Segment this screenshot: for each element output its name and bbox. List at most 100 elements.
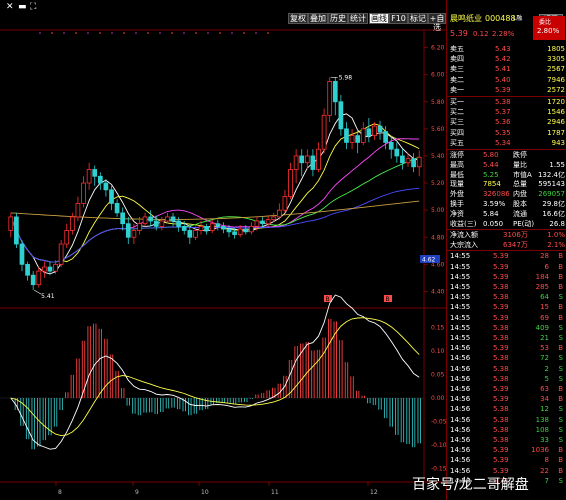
candle-body (125, 223, 131, 238)
tick-row: 14:56 5.38 33 S (447, 435, 566, 445)
buy-row[interactable]: 买五 5.34 943 (447, 138, 566, 149)
candle-body (377, 125, 383, 132)
tick-volume: 409 (535, 323, 549, 332)
buy-row[interactable]: 买二 5.37 1546 (447, 107, 566, 118)
tick-volume: 28 (540, 252, 549, 261)
ma20-line (10, 138, 420, 263)
tick-price: 5.38 (493, 293, 509, 302)
candle-body (338, 101, 344, 130)
candle-body (299, 155, 305, 164)
tick-time: 14:56 (450, 446, 471, 455)
candle-body (249, 226, 254, 233)
price-tick-label: 5.60 (431, 126, 445, 133)
price-tick-label: 6.00 (431, 72, 445, 79)
tick-volume: 108 (535, 425, 549, 434)
tick-time: 14:56 (450, 436, 471, 444)
tick-price: 5.38 (493, 364, 509, 373)
tick-volume: 64 (540, 293, 549, 302)
sell-price: 5.39 (495, 85, 511, 94)
candle-body (321, 114, 327, 150)
candle-body (69, 216, 75, 231)
stock-name: 晨鸣纸业 (450, 14, 482, 23)
buy-volume: 943 (551, 138, 565, 147)
tick-direction: S (558, 334, 563, 342)
sell-row[interactable]: 卖四 5.42 3305 (447, 54, 566, 65)
sell-volume: 1805 (547, 45, 565, 53)
candle-body (344, 128, 349, 143)
buy-row[interactable]: 买四 5.35 1787 (447, 128, 566, 139)
tick-time: 14:55 (450, 334, 471, 342)
tick-dot (147, 32, 149, 34)
flow-value: 6347万 (503, 241, 528, 250)
tick-time: 14:55 (450, 262, 471, 271)
tick-time: 14:56 (450, 415, 471, 424)
tick-price: 5.38 (493, 283, 509, 291)
tick-time: 14:55 (450, 252, 471, 261)
macd-tick-label: -0.05 (431, 419, 446, 426)
tick-price: 5.38 (493, 415, 509, 424)
tick-dot (219, 32, 221, 34)
candle-body (159, 220, 165, 227)
tick-dot (255, 32, 257, 34)
tick-row: 14:56 5.39 53 B (447, 343, 566, 353)
candle-body (282, 196, 288, 211)
tick-volume: 21 (540, 334, 549, 342)
buy-price: 5.36 (495, 118, 511, 127)
candle-body (310, 155, 316, 170)
candle-body (42, 266, 47, 272)
kline-chart[interactable]: 6.206.005.805.605.405.205.004.804.604.40… (0, 0, 447, 500)
sell-row[interactable]: 卖一 5.39 2572 (447, 85, 566, 96)
sell-label: 卖五 (450, 45, 464, 53)
candle-body (120, 212, 126, 225)
buy-row[interactable]: 买一 5.38 1720 (447, 97, 566, 108)
price-tick-label: 5.20 (431, 180, 445, 187)
candle-body (187, 230, 193, 238)
tick-price: 5.38 (493, 436, 509, 444)
tick-volume: 184 (535, 272, 549, 281)
price-change: 0.12 (473, 30, 489, 38)
tick-row: 14:55 5.39 69 B (447, 313, 566, 323)
candle-body (221, 226, 226, 230)
tick-volume: 69 (540, 313, 549, 322)
sell-row[interactable]: 卖二 5.40 7946 (447, 75, 566, 86)
candle-body (394, 148, 400, 157)
candle-body (232, 231, 237, 235)
candle-body (64, 230, 70, 245)
tick-volume: 63 (540, 385, 549, 393)
tick-price: 5.39 (493, 252, 509, 261)
sell-volume: 2567 (547, 65, 565, 74)
candle-body (209, 223, 215, 231)
tick-direction: B (558, 344, 563, 353)
buy-volume: 2946 (547, 118, 565, 127)
tick-dot (87, 32, 89, 34)
candle-body (53, 263, 58, 272)
candle-body (332, 81, 338, 103)
tick-price: 5.39 (493, 395, 509, 404)
tick-dot (171, 32, 173, 34)
tick-row: 14:56 5.38 138 S (447, 415, 566, 425)
tick-time: 14:56 (450, 344, 471, 353)
tick-direction: S (558, 293, 563, 302)
candle-body (388, 141, 394, 150)
tick-row: 14:55 5.39 6 B (447, 262, 566, 272)
tick-volume: 6 (544, 262, 549, 271)
tick-time: 14:56 (450, 385, 471, 393)
sell-row[interactable]: 卖五 5.43 1805 (447, 44, 566, 55)
tick-price: 5.39 (493, 344, 509, 353)
tick-dot (195, 32, 197, 34)
macd-dea-line (10, 317, 420, 437)
macd-tick-label: -0.15 (431, 466, 446, 473)
tick-dot (51, 32, 53, 34)
chart-area[interactable]: 6.20 6.00 5.80 5.60 5.40 5.20 5.00 4.80 4.60 4.40… (0, 0, 447, 500)
sell-row[interactable]: 卖三 5.41 2567 (447, 64, 566, 75)
price-tick-label: 5.00 (431, 207, 445, 214)
tick-row: 14:55 5.38 21 S (447, 333, 566, 343)
high-label: 5.98 (339, 74, 353, 81)
x-tick-label: 9 (135, 489, 139, 496)
sell-price: 5.41 (495, 65, 511, 74)
buy-row[interactable]: 买三 5.36 2946 (447, 117, 566, 128)
tick-price: 5.38 (493, 334, 509, 342)
candle-body (131, 230, 137, 238)
tick-time: 14:55 (450, 303, 471, 312)
tick-volume: 5 (544, 374, 549, 383)
